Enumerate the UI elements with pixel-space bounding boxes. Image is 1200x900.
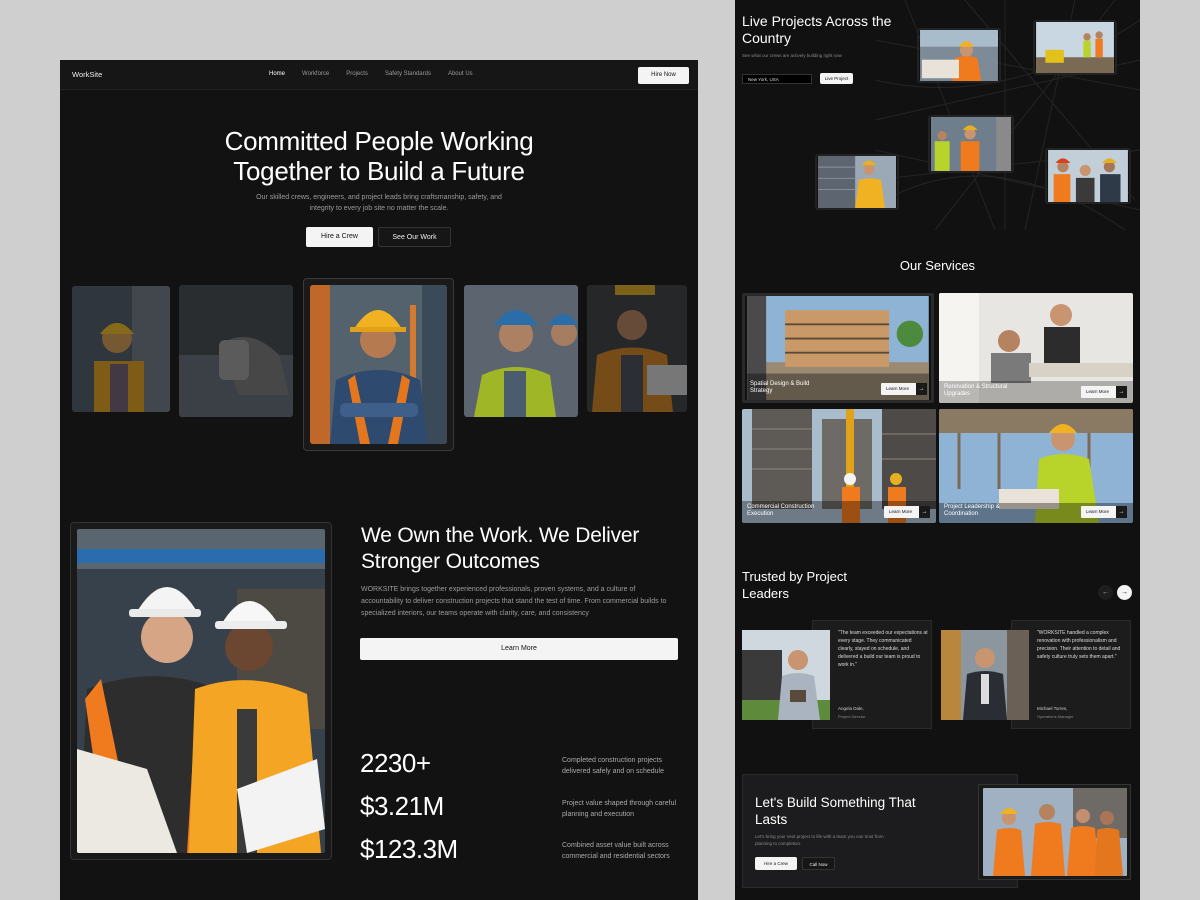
testimonial-quote-box: "The team exceeded our expectations at e… [812, 620, 932, 729]
nav-link-workforce[interactable]: Workforce [302, 71, 329, 77]
arrow-right-icon: → [916, 383, 927, 395]
cta-team-photo [983, 788, 1127, 876]
hero-title: Committed People Working Together to Bui… [160, 126, 598, 186]
arrow-right-icon: → [919, 506, 930, 518]
testimonial-role: Operations Manager [1037, 714, 1074, 719]
stat-value-asset-value: $123.3M [360, 834, 458, 864]
hero-title-line-2: Together to Build a Future [233, 156, 525, 186]
live-project-photo-4[interactable] [815, 154, 899, 210]
about-learn-more-button[interactable]: Learn More [360, 638, 678, 660]
live-project-photo-1[interactable] [917, 28, 1001, 83]
arrow-right-icon: → [1116, 386, 1127, 398]
live-project-photo-2[interactable] [1033, 20, 1117, 75]
nav-link-about-us[interactable]: About Us [448, 71, 473, 77]
nav-link-home[interactable]: Home [269, 71, 285, 77]
about-title: We Own the Work. We Deliver Stronger Out… [361, 524, 640, 573]
testimonial-author: Angela Dale, [838, 706, 864, 711]
about-description: WORKSITE brings together experienced pro… [361, 586, 667, 617]
testimonials-prev-button[interactable]: ← [1098, 585, 1113, 600]
nav-links: Home Workforce Projects Safety Standards… [269, 71, 473, 77]
testimonial-photo-2 [941, 630, 1029, 720]
service-learn-more-button-4[interactable]: Learn More → [1081, 506, 1127, 518]
stat-value-project-value: $3.21M [360, 791, 444, 821]
services-title: Our Services [899, 258, 976, 273]
brand-logo[interactable]: WorkSite [72, 70, 102, 79]
service-label-commercial-construction: Commercial Construction Execution [747, 504, 815, 517]
worker-photo-3 [464, 285, 578, 417]
service-label-project-leadership: Project Leadership & Coordination [944, 504, 1000, 517]
live-project-photo-3[interactable] [928, 115, 1014, 173]
live-project-photo-5[interactable] [1045, 148, 1131, 204]
stat-desc-asset-value: Combined asset value built across commer… [562, 842, 670, 860]
service-card-spatial-design[interactable]: Spatial Design & Build Strategy Learn Mo… [742, 293, 934, 403]
service-card-renovation[interactable]: Renovation & Structural Upgrades Learn M… [939, 293, 1133, 403]
landing-page-main: WorkSite Home Workforce Projects Safety … [60, 60, 698, 900]
testimonial-author: Michael Torres, [1037, 706, 1068, 711]
nav-link-safety-standards[interactable]: Safety Standards [385, 71, 431, 77]
live-project-button[interactable]: Live Project [820, 73, 853, 84]
worker-photo-2 [179, 285, 293, 417]
live-projects-subtitle: See what our crews are actively building… [742, 53, 842, 58]
testimonial-card-1: "The team exceeded our expectations at e… [742, 620, 932, 729]
testimonials-next-button[interactable]: → [1117, 585, 1132, 600]
worker-photo-1 [72, 286, 170, 412]
stat-value-projects: 2230+ [360, 748, 431, 778]
service-card-project-leadership[interactable]: Project Leadership & Coordination Learn … [939, 409, 1133, 523]
worker-photo-4 [587, 285, 687, 412]
cta-call-now-button[interactable]: Call Now [802, 857, 835, 870]
arrow-left-icon: ← [1102, 589, 1109, 596]
location-input[interactable]: New York, USA [742, 74, 812, 84]
hire-now-button[interactable]: Hire Now [638, 67, 689, 84]
hero-subtitle: Our skilled crews, engineers, and projec… [256, 194, 502, 212]
hire-a-crew-button[interactable]: Hire a Crew [306, 227, 373, 247]
testimonial-card-2: "WORKSITE handled a complex renovation w… [941, 620, 1131, 729]
service-learn-more-button-2[interactable]: Learn More → [1081, 386, 1127, 398]
testimonial-quote: "The team exceeded our expectations at e… [838, 630, 928, 668]
testimonial-quote: "WORKSITE handled a complex renovation w… [1037, 630, 1121, 660]
cta-hire-a-crew-button[interactable]: Hire a Crew [755, 857, 797, 870]
service-label-spatial-design: Spatial Design & Build Strategy [750, 381, 810, 394]
nav-link-projects[interactable]: Projects [346, 71, 368, 77]
arrow-right-icon: → [1116, 506, 1127, 518]
service-label-renovation: Renovation & Structural Upgrades [944, 384, 1008, 397]
see-our-work-button[interactable]: See Our Work [378, 227, 451, 247]
testimonial-role: Project Director [838, 714, 866, 719]
top-navbar: WorkSite Home Workforce Projects Safety … [60, 60, 698, 90]
about-team-photo [77, 529, 325, 853]
cta-section [742, 774, 1018, 888]
landing-page-secondary: Live Projects Across the Country See wha… [735, 0, 1140, 900]
testimonial-photo-1 [742, 630, 830, 720]
service-card-commercial-construction[interactable]: Commercial Construction Execution Learn … [742, 409, 936, 523]
featured-worker-photo [310, 285, 447, 444]
testimonial-quote-box: "WORKSITE handled a complex renovation w… [1011, 620, 1131, 729]
cta-title: Let's Build Something That Lasts [755, 795, 916, 827]
live-projects-title: Live Projects Across the Country [742, 13, 892, 46]
stat-desc-project-value: Project value shaped through careful pla… [562, 800, 677, 818]
hero-title-line-1: Committed People Working [224, 126, 534, 156]
service-learn-more-button-1[interactable]: Learn More → [881, 383, 927, 395]
arrow-right-icon: → [1121, 589, 1128, 596]
cta-subtitle: Let's bring your next project to life wi… [755, 834, 884, 846]
stat-desc-projects: Completed construction projects delivere… [562, 757, 664, 775]
testimonials-title: Trusted by Project Leaders [742, 569, 848, 601]
service-learn-more-button-3[interactable]: Learn More → [884, 506, 930, 518]
